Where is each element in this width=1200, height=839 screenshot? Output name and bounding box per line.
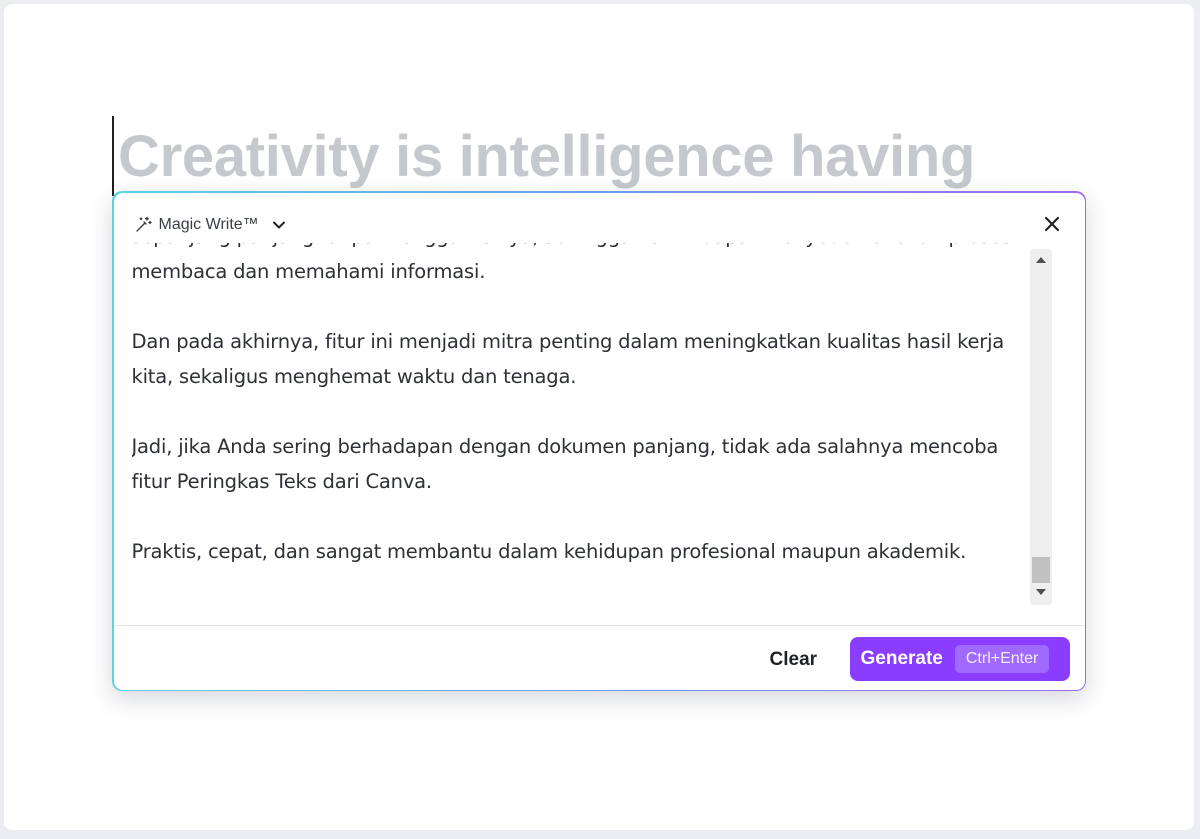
- close-button[interactable]: [1041, 213, 1063, 235]
- generated-text-area[interactable]: sepanjang panjang tanpa menggali isinya,…: [132, 243, 1027, 609]
- shortcut-badge: Ctrl+Enter: [954, 644, 1050, 673]
- generated-paragraph: Dan pada akhirnya, fitur ini menjadi mit…: [131, 329, 1005, 388]
- magic-write-panel-body: Magic Write™ sepanjang panjang tanpa men…: [113, 192, 1085, 690]
- generate-button[interactable]: Generate Ctrl+Enter: [849, 636, 1070, 681]
- close-icon: [1044, 216, 1059, 231]
- magic-write-panel: Magic Write™ sepanjang panjang tanpa men…: [112, 191, 1086, 691]
- chevron-down-icon: [272, 221, 285, 228]
- text-cursor: [112, 116, 114, 196]
- generated-paragraph: Praktis, cepat, dan sangat membantu dala…: [131, 539, 967, 563]
- scrollbar-thumb[interactable]: [1031, 556, 1050, 583]
- magic-write-title: Magic Write™: [158, 215, 259, 233]
- generate-label: Generate: [860, 647, 943, 669]
- generated-paragraph: sepanjang panjang tanpa menggali isinya,…: [131, 243, 1012, 283]
- magic-write-menu-toggle[interactable]: Magic Write™: [134, 213, 287, 237]
- scroll-up-arrow[interactable]: [1035, 256, 1046, 263]
- clear-button[interactable]: Clear: [770, 643, 818, 677]
- heading-textbox[interactable]: Creativity is intelligence having: [112, 116, 1072, 196]
- page-heading[interactable]: Creativity is intelligence having: [118, 121, 975, 193]
- generated-text-content: sepanjang panjang tanpa menggali isinya,…: [132, 243, 1027, 604]
- vertical-scrollbar[interactable]: [1029, 248, 1052, 605]
- scroll-down-arrow[interactable]: [1035, 588, 1046, 595]
- footer-divider: [113, 624, 1085, 626]
- generated-paragraph: Jadi, jika Anda sering berhadapan dengan…: [131, 434, 999, 493]
- magic-wand-icon: [135, 216, 152, 232]
